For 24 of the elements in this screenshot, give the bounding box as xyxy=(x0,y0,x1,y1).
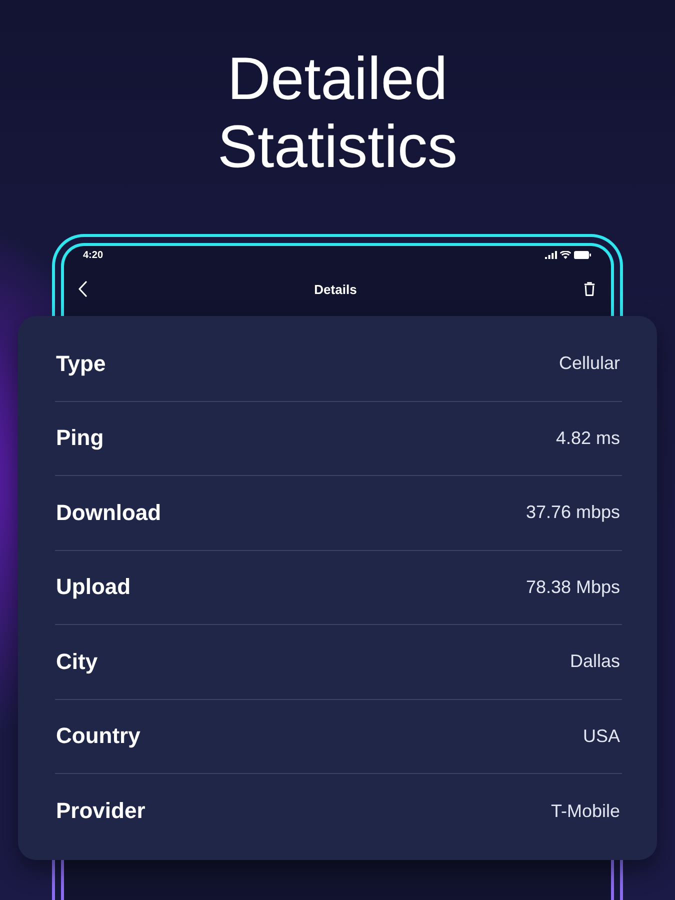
detail-value: 4.82 ms xyxy=(556,428,620,449)
wifi-icon xyxy=(560,251,571,259)
detail-label: Ping xyxy=(56,425,104,452)
detail-label: Country xyxy=(56,723,140,750)
detail-value: USA xyxy=(582,726,620,747)
screen-title: Details xyxy=(314,282,357,296)
delete-button[interactable] xyxy=(582,280,597,298)
detail-label: City xyxy=(56,648,98,675)
detail-value: 37.76 mbps xyxy=(526,502,620,524)
detail-label: Type xyxy=(56,350,106,377)
status-time: 4:20 xyxy=(83,250,104,260)
signal-icon xyxy=(545,251,557,259)
back-button[interactable] xyxy=(76,279,89,299)
detail-value: 78.38 Mbps xyxy=(526,576,620,598)
detail-value: Cellular xyxy=(558,353,620,374)
detail-value: Dallas xyxy=(570,651,620,672)
back-icon xyxy=(78,281,87,297)
battery-icon xyxy=(574,251,591,259)
detail-label: Provider xyxy=(56,798,146,824)
detail-label: Download xyxy=(56,500,162,526)
detail-label: Upload xyxy=(56,574,131,600)
detail-value: T-Mobile xyxy=(550,800,620,822)
headline: Detailed Statistics xyxy=(216,45,459,181)
trash-icon xyxy=(584,282,595,296)
